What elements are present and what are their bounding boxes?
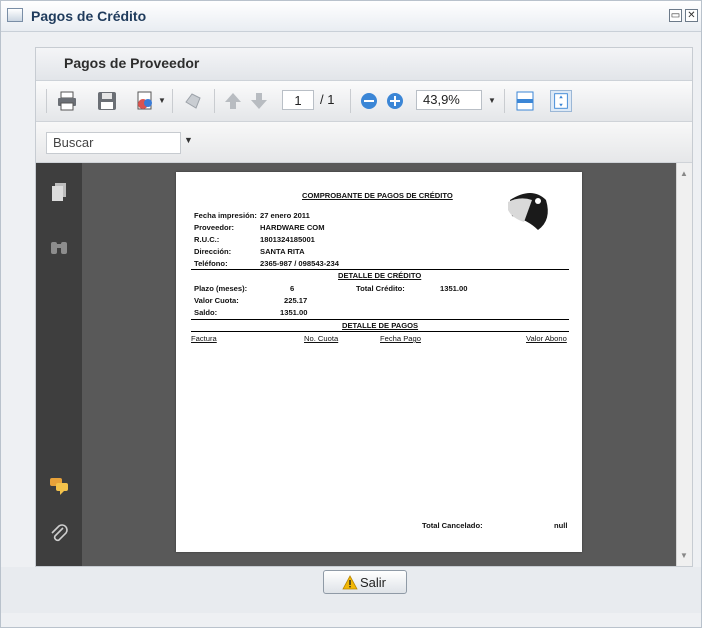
credit-section-title: DETALLE DE CRÉDITO: [338, 271, 422, 280]
pdf-toolbar: ▼ 1 / 1 43,9% ▼: [36, 81, 692, 122]
page-down-icon[interactable]: [248, 90, 270, 112]
zoom-in-icon[interactable]: [384, 90, 406, 112]
toolbar-separator: [214, 89, 215, 113]
column-header: Valor Abono: [526, 334, 567, 343]
field-label: R.U.C.:: [194, 235, 220, 244]
vertical-scrollbar[interactable]: ▲ ▼: [676, 163, 692, 566]
saldo-value: 1351.00: [280, 308, 308, 317]
field-value: HARDWARE COM: [260, 223, 325, 232]
divider: [191, 331, 569, 332]
export-dropdown-icon[interactable]: ▼: [158, 96, 166, 105]
comments-icon[interactable]: [48, 475, 70, 497]
saldo-label: Saldo:: [194, 308, 218, 317]
panel-header: Pagos de Proveedor: [36, 48, 692, 81]
export-icon[interactable]: [134, 90, 156, 112]
pages-icon[interactable]: [48, 181, 70, 203]
pdf-viewer: COMPROBANTE DE PAGOS DE CRÉDITO Fecha im…: [36, 163, 692, 566]
zoom-select[interactable]: 43,9%: [416, 90, 482, 110]
toolbar-grip: [46, 89, 47, 113]
field-label: Dirección:: [194, 247, 232, 256]
cuota-label: Valor Cuota:: [194, 296, 239, 305]
divider: [191, 269, 569, 270]
exit-button-label: Salir: [360, 575, 387, 590]
binoculars-icon[interactable]: [48, 235, 70, 257]
divider: [191, 319, 569, 320]
window-icon: [7, 8, 23, 22]
zoom-out-icon[interactable]: [358, 90, 380, 112]
field-value: 27 enero 2011: [260, 211, 310, 220]
cuota-value: 225.17: [284, 296, 308, 305]
page-number-input[interactable]: 1: [282, 90, 314, 110]
dialog-window: Pagos de Crédito ▭ ✕ Pagos de Proveedor: [0, 0, 702, 628]
zoom-dropdown-icon[interactable]: ▼: [488, 96, 496, 105]
exit-button[interactable]: Salir: [323, 570, 407, 594]
window-title: Pagos de Crédito: [31, 8, 147, 24]
toolbar-separator: [172, 89, 173, 113]
field-label: Teléfono:: [194, 259, 228, 268]
panel-title: Pagos de Proveedor: [64, 55, 200, 71]
column-header: Fecha Pago: [380, 334, 421, 343]
save-icon[interactable]: [96, 90, 118, 112]
total-credito-label: Total Crédito:: [356, 284, 405, 293]
payments-section-title: DETALLE DE PAGOS: [342, 321, 419, 330]
chevron-down-icon[interactable]: ▼: [184, 135, 193, 145]
scroll-down-icon[interactable]: ▼: [680, 551, 688, 560]
page-up-icon[interactable]: [222, 90, 244, 112]
search-bar: Buscar ▼: [36, 122, 692, 163]
page-total: / 1: [320, 92, 335, 107]
close-icon[interactable]: ✕: [685, 9, 698, 22]
fit-page-icon[interactable]: [550, 90, 572, 112]
total-credito-value: 1351.00: [440, 284, 468, 293]
fit-width-icon[interactable]: [514, 90, 536, 112]
total-cancelado-value: null: [554, 521, 568, 530]
search-select[interactable]: Buscar: [46, 132, 181, 154]
warning-icon: [342, 575, 358, 590]
company-logo: [508, 193, 548, 230]
pdf-page: COMPROBANTE DE PAGOS DE CRÉDITO Fecha im…: [176, 172, 582, 552]
scroll-up-icon[interactable]: ▲: [680, 169, 688, 178]
doc-title: COMPROBANTE DE PAGOS DE CRÉDITO: [302, 191, 453, 200]
toolbar-separator: [504, 89, 505, 113]
toolbar-separator: [350, 89, 351, 113]
field-value: 1801324185001: [260, 235, 315, 244]
attachment-icon[interactable]: [48, 523, 70, 545]
field-label: Proveedor:: [194, 223, 235, 232]
column-header: No. Cuota: [304, 334, 339, 343]
maximize-icon[interactable]: ▭: [669, 9, 682, 22]
viewer-sidebar: [36, 163, 82, 566]
report-panel: Pagos de Proveedor ▼ 1 / 1 43,9% ▼ Busca…: [35, 47, 693, 567]
plazo-label: Plazo (meses):: [194, 284, 248, 293]
tool-icon[interactable]: [182, 90, 204, 112]
field-value: 2365-987 / 098543-234: [260, 259, 339, 268]
plazo-value: 6: [290, 284, 295, 293]
column-header: Factura: [191, 334, 217, 343]
total-cancelado-label: Total Cancelado:: [422, 521, 483, 530]
print-icon[interactable]: [56, 90, 78, 112]
field-value: SANTA RITA: [260, 247, 305, 256]
title-bar[interactable]: Pagos de Crédito ▭ ✕: [1, 1, 701, 32]
field-label: Fecha impresión:: [194, 211, 257, 220]
